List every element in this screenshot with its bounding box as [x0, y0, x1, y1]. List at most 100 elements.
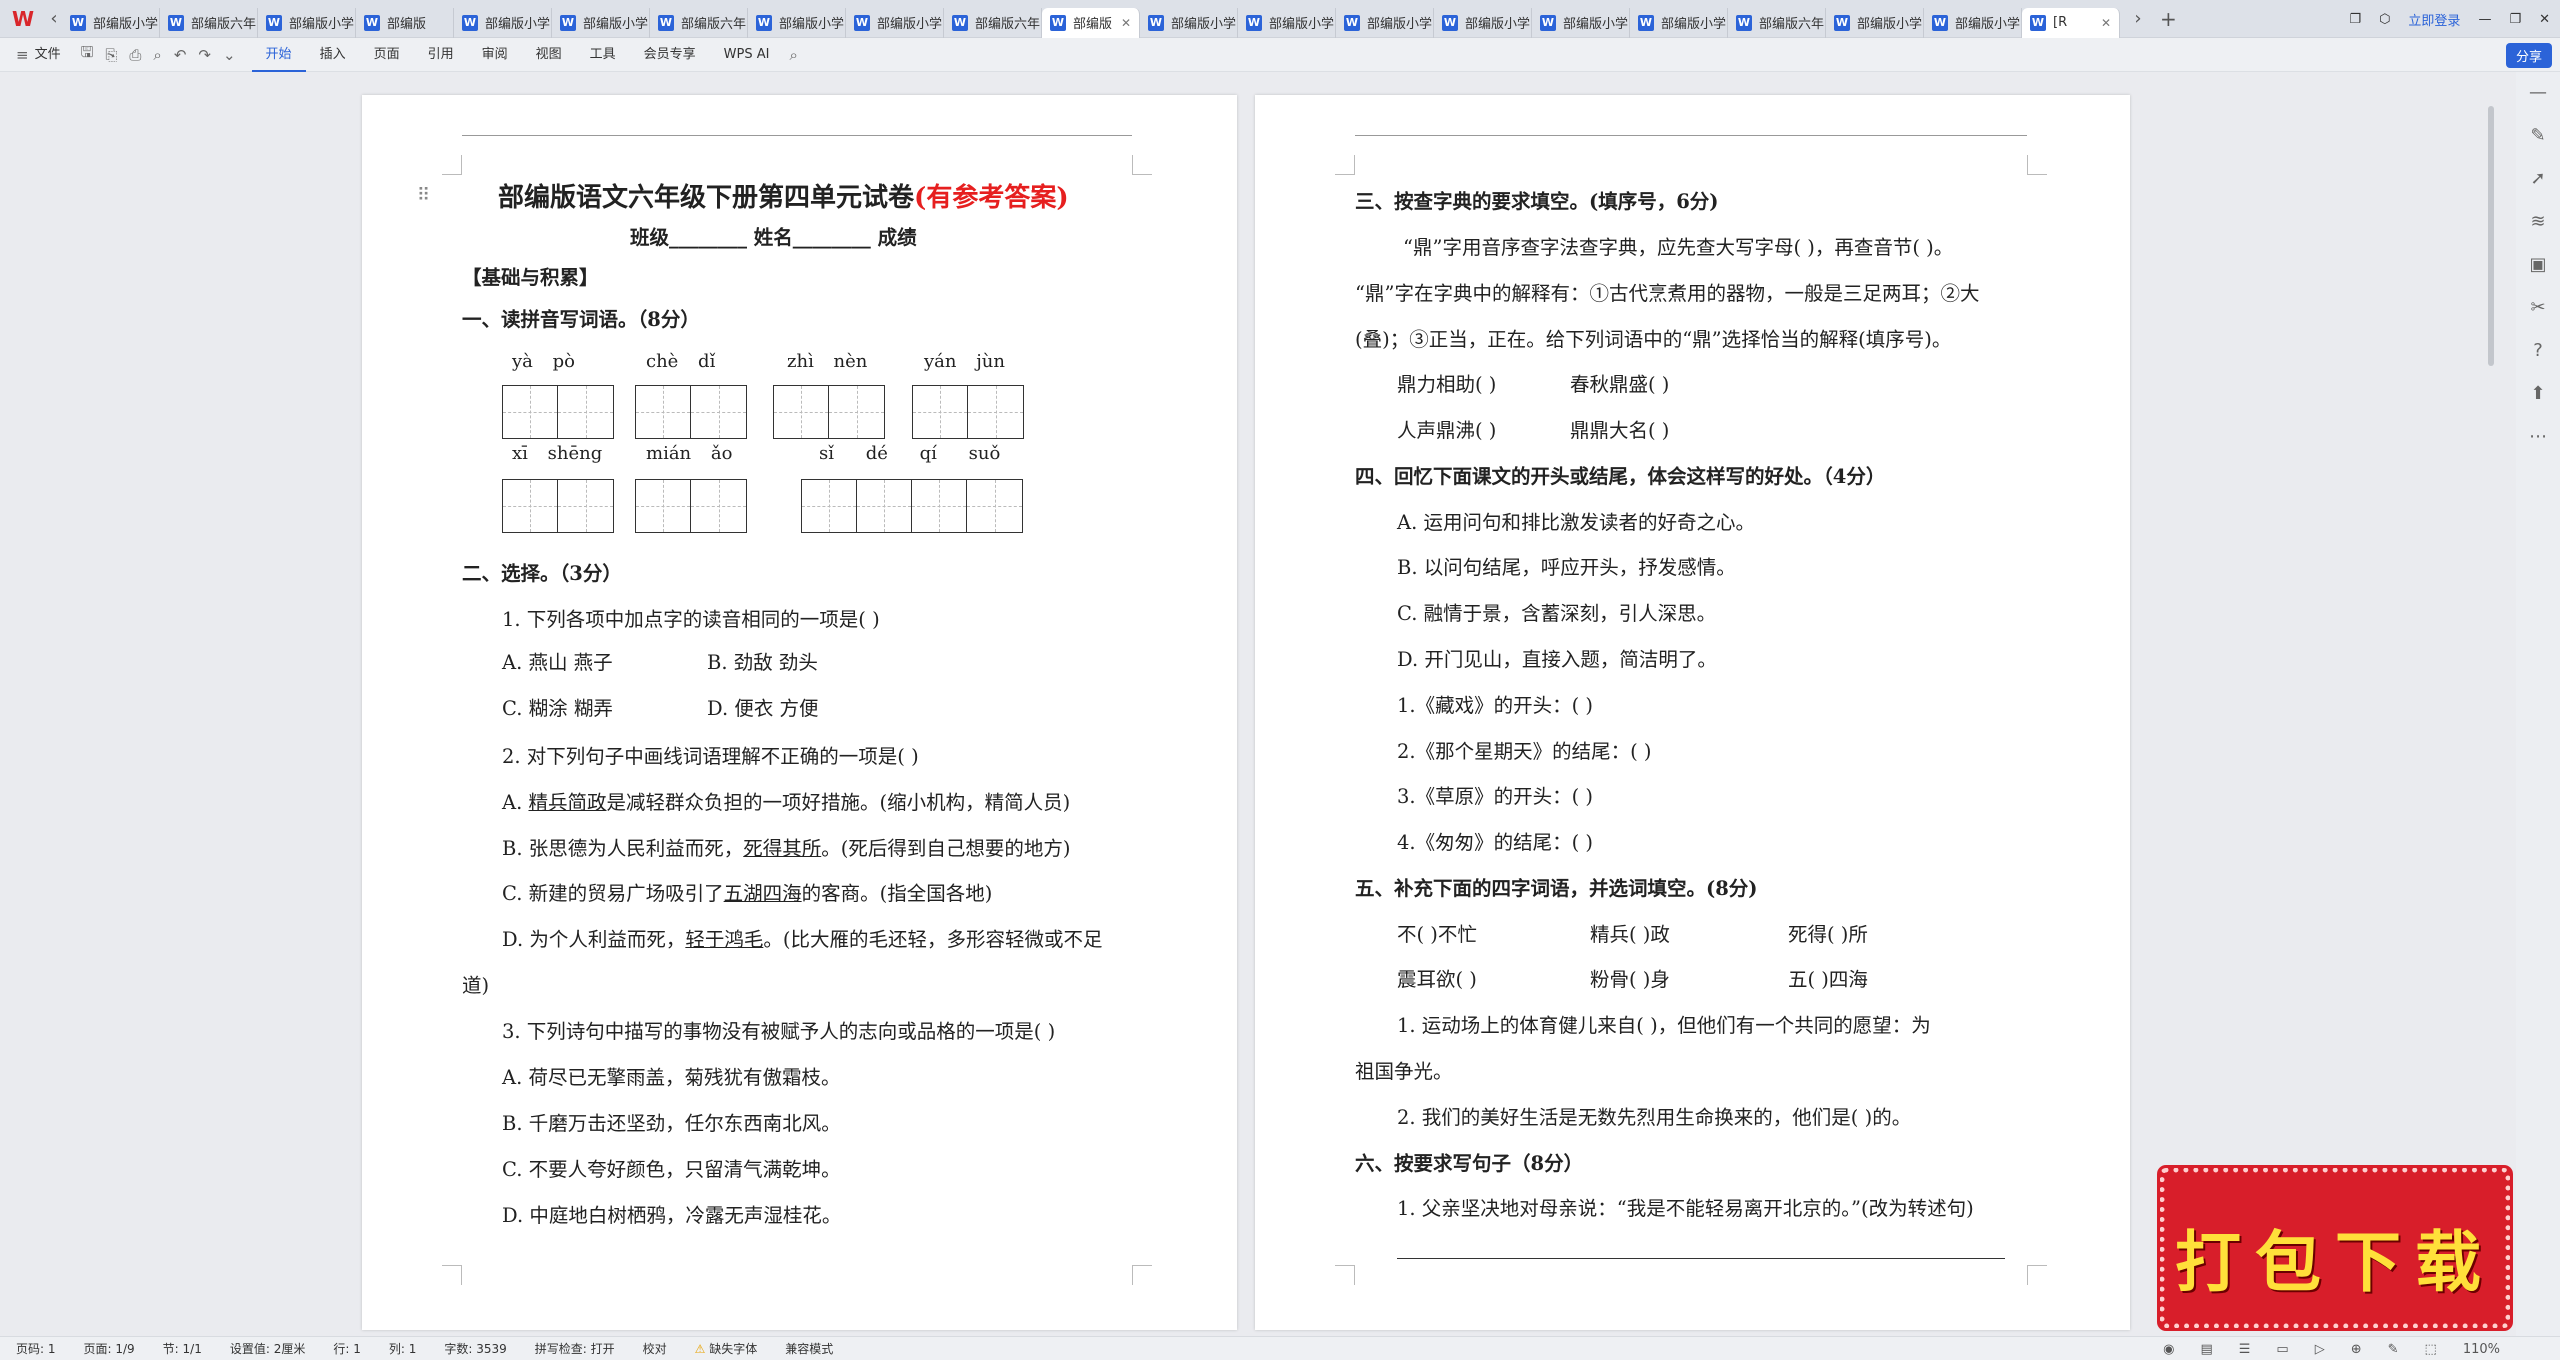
- document-tab[interactable]: W 部编版小学: [748, 7, 846, 38]
- play-icon[interactable]: ▷: [2315, 1342, 2325, 1357]
- document-tab[interactable]: W 部编版小学: [454, 7, 552, 38]
- web-view-icon[interactable]: ⊕: [2351, 1342, 2362, 1357]
- tab-scroll-left-icon[interactable]: ‹: [46, 8, 62, 29]
- outline-view-icon[interactable]: ☰: [2239, 1342, 2251, 1357]
- backup-icon[interactable]: ⬆: [2530, 383, 2545, 404]
- status-setting-value[interactable]: 设置值: 2厘米: [230, 1340, 306, 1357]
- fit-page-icon[interactable]: ⬚: [2425, 1342, 2437, 1357]
- pen-icon[interactable]: ✎: [2530, 125, 2545, 146]
- status-page-number[interactable]: 页码: 1: [16, 1340, 56, 1357]
- redo-icon[interactable]: ↷: [192, 46, 217, 64]
- status-section[interactable]: 节: 1/1: [163, 1340, 202, 1357]
- close-window-icon[interactable]: ✕: [2539, 12, 2550, 27]
- close-tab-icon[interactable]: ✕: [1121, 16, 1131, 30]
- status-compat-mode[interactable]: 兼容模式: [785, 1340, 833, 1357]
- menu-tab-home[interactable]: 开始: [251, 38, 306, 72]
- document-tab[interactable]: W 部编版小学: [1826, 7, 1924, 38]
- menu-tab-insert[interactable]: 插入: [306, 38, 360, 72]
- writer-doc-icon: W: [952, 14, 968, 31]
- tab-scroll-right-icon[interactable]: ›: [2130, 8, 2146, 29]
- document-tab[interactable]: W 部编版小学: [62, 7, 160, 38]
- more-chevron-icon[interactable]: ⌄: [217, 46, 242, 64]
- document-tab[interactable]: W 部编版小学: [1630, 7, 1728, 38]
- style-icon[interactable]: ≋: [2530, 211, 2545, 232]
- picture-icon[interactable]: ▣: [2529, 254, 2546, 275]
- more-icon[interactable]: ⋯: [2529, 426, 2547, 447]
- document-page-2[interactable]: 三、按查字典的要求填空。(填序号，6分) “鼎”字用音序查字法查字典，应先查大写…: [1255, 95, 2130, 1330]
- document-tab[interactable]: W 部编版六年: [160, 7, 258, 38]
- writing-grid[interactable]: [635, 479, 747, 533]
- writing-grid[interactable]: [502, 385, 614, 439]
- document-tab[interactable]: W [R ✕: [2022, 7, 2120, 38]
- help-icon[interactable]: ?: [2533, 340, 2543, 361]
- document-tab[interactable]: W 部编版小学: [552, 7, 650, 38]
- menu-tab-view[interactable]: 视图: [522, 38, 576, 72]
- login-link[interactable]: 立即登录: [2408, 10, 2460, 29]
- status-word-count[interactable]: 字数: 3539: [444, 1340, 506, 1357]
- document-tab[interactable]: W 部编版小学: [1336, 7, 1434, 38]
- document-tab[interactable]: W 部编版小学: [258, 7, 356, 38]
- read-mode-icon[interactable]: ▭: [2276, 1342, 2288, 1357]
- document-tab[interactable]: W 部编版六年: [650, 7, 748, 38]
- scroll-thumb[interactable]: [2488, 106, 2494, 366]
- edit-mode-icon[interactable]: ✎: [2388, 1342, 2399, 1357]
- file-menu[interactable]: 文件: [35, 38, 75, 72]
- option-c: C. 不要人夸好颜色，只留清气满乾坤。: [502, 1158, 841, 1181]
- writing-grid[interactable]: [801, 479, 1023, 533]
- wps-ai-button[interactable]: WPS AI: [710, 38, 784, 72]
- status-pages[interactable]: 页面: 1/9: [84, 1340, 135, 1357]
- document-tab[interactable]: W 部编版小学: [1140, 7, 1238, 38]
- document-tab[interactable]: W 部编版小学: [1532, 7, 1630, 38]
- tools-icon[interactable]: ✂: [2530, 297, 2545, 318]
- crop-mark: [442, 1265, 462, 1285]
- document-tab[interactable]: W 部编版小学: [1238, 7, 1336, 38]
- zoom-level[interactable]: 110%: [2463, 1342, 2500, 1357]
- document-tab[interactable]: W 部编版小学: [1924, 7, 2022, 38]
- select-cursor-icon[interactable]: ➚: [2530, 168, 2545, 189]
- collapse-icon[interactable]: —: [2529, 82, 2547, 103]
- status-spell-check[interactable]: 拼写检查: 打开: [535, 1340, 615, 1357]
- page-view-icon[interactable]: ▤: [2200, 1342, 2212, 1357]
- document-page-1[interactable]: ⠿ 部编版语文六年级下册第四单元试卷(有参考答案) 班级________ 姓名_…: [362, 95, 1237, 1330]
- download-banner[interactable]: 打包下载: [2160, 1168, 2510, 1328]
- status-proofread[interactable]: 校对: [643, 1340, 667, 1357]
- writing-grid[interactable]: [773, 385, 885, 439]
- save-icon[interactable]: 🖫: [75, 42, 100, 67]
- restore-window-icon[interactable]: ❐: [2349, 12, 2361, 27]
- option-a: A. 燕山 燕子: [502, 651, 613, 674]
- cube-icon[interactable]: ⬡: [2379, 12, 2390, 27]
- print-preview-icon[interactable]: ⌕: [147, 46, 167, 64]
- menu-tab-review[interactable]: 审阅: [468, 38, 522, 72]
- document-tab[interactable]: W 部编版 ✕: [1042, 7, 1140, 38]
- print-icon[interactable]: ⎙: [123, 46, 147, 64]
- writing-grid[interactable]: [635, 385, 747, 439]
- menu-tab-member[interactable]: 会员专享: [630, 38, 710, 72]
- document-tab[interactable]: W 部编版小学: [846, 7, 944, 38]
- writing-grid[interactable]: [912, 385, 1024, 439]
- status-missing-fonts[interactable]: ⚠ 缺失字体: [695, 1340, 758, 1357]
- minimize-icon[interactable]: —: [2478, 12, 2491, 27]
- share-button[interactable]: 分享: [2505, 43, 2552, 68]
- document-tab[interactable]: W 部编版: [356, 7, 454, 38]
- export-pdf-icon[interactable]: ⎘: [99, 46, 123, 64]
- vertical-scrollbar[interactable]: [2484, 76, 2498, 1336]
- menu-tab-references[interactable]: 引用: [414, 38, 468, 72]
- drag-handle-icon[interactable]: ⠿: [417, 185, 430, 206]
- question-4-4: 4.《匆匆》的结尾：( ): [1397, 831, 1594, 854]
- maximize-icon[interactable]: ❐: [2509, 12, 2521, 27]
- new-tab-icon[interactable]: +: [2160, 7, 2177, 31]
- search-icon[interactable]: ⌕: [783, 46, 803, 64]
- student-info-line: 班级________ 姓名________ 成绩: [630, 226, 917, 249]
- document-tab[interactable]: W 部编版小学: [1434, 7, 1532, 38]
- document-tab[interactable]: W 部编版六年: [944, 7, 1042, 38]
- menu-tab-page[interactable]: 页面: [360, 38, 414, 72]
- eye-protect-icon[interactable]: ◉: [2163, 1342, 2174, 1357]
- document-tab[interactable]: W 部编版六年: [1728, 7, 1826, 38]
- hamburger-menu-icon[interactable]: ≡: [10, 46, 35, 64]
- undo-icon[interactable]: ↶: [168, 46, 193, 64]
- wps-logo-icon[interactable]: W: [0, 0, 46, 38]
- writing-grid[interactable]: [502, 479, 614, 533]
- close-tab-icon[interactable]: ✕: [2101, 16, 2111, 30]
- menu-tab-tools[interactable]: 工具: [576, 38, 630, 72]
- question-3-line-3: (叠)；③正当，正在。给下列词语中的“鼎”选择恰当的解释(填序号)。: [1355, 328, 1952, 351]
